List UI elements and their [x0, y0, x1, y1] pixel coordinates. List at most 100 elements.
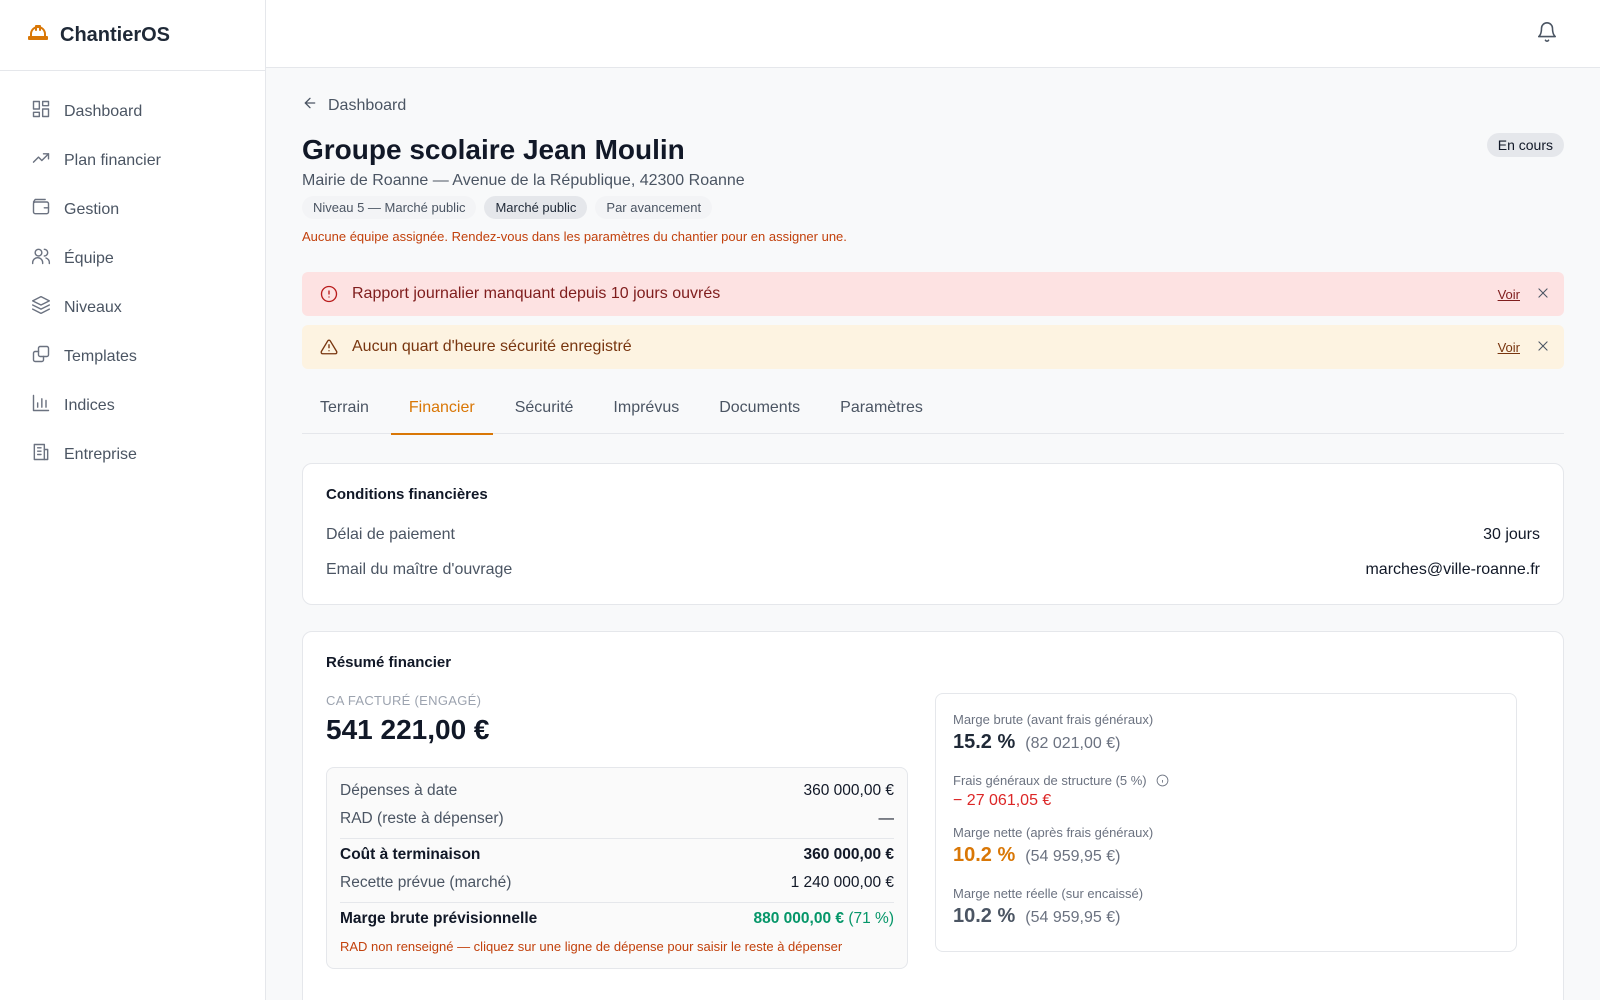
card-title: Résumé financier [326, 654, 452, 671]
divider [340, 902, 894, 903]
arrow-left-icon [302, 95, 318, 116]
ca-value: 541 221,00 € [326, 714, 490, 745]
owner-email-row: Email du maître d'ouvrage marches@ville-… [326, 561, 1540, 579]
row-label: Email du maître d'ouvrage [326, 561, 513, 578]
percent: 10.2 % [953, 844, 1016, 866]
tab-financier[interactable]: Financier [390, 390, 493, 435]
team-warning: Aucune équipe assignée. Rendez-vous dans… [302, 229, 847, 244]
planned-revenue-row: Recette prévue (marché) 1 240 000,00 € [340, 874, 894, 892]
row-label: Marge brute prévisionnelle [340, 910, 538, 927]
overhead-value: − 27 061,05 € [953, 792, 1052, 809]
brand[interactable]: ChantierOS [0, 0, 265, 71]
close-icon [1538, 288, 1548, 298]
wallet-icon [31, 197, 51, 222]
info-icon[interactable] [1156, 774, 1169, 787]
margins-panel: Marge brute (avant frais généraux) 15.2 … [935, 693, 1517, 952]
ca-label: CA FACTURÉ (ENGAGÉ) [326, 693, 482, 708]
amount: (82 021,00 €) [1025, 735, 1121, 752]
sidebar-item-niveaux[interactable]: Niveaux [0, 283, 265, 332]
overhead-label: Frais généraux de structure (5 %) [953, 773, 1169, 788]
alert-dismiss-button[interactable] [1536, 339, 1552, 355]
sidebar-item-label: Gestion [64, 200, 120, 218]
row-value: 1 240 000,00 € [790, 874, 894, 891]
sidebar-item-label: Dashboard [64, 102, 143, 120]
tab-documents[interactable]: Documents [701, 390, 818, 434]
back-link-label: Dashboard [328, 96, 407, 114]
sidebar-item-indices[interactable]: Indices [0, 381, 265, 430]
sidebar-item-label: Plan financier [64, 151, 161, 169]
tab-securite[interactable]: Sécurité [497, 390, 592, 434]
close-icon [1538, 341, 1548, 351]
alert-safety: Aucun quart d'heure sécurité enregistré … [302, 325, 1564, 369]
gross-margin-value: 15.2 % (82 021,00 €) [953, 731, 1120, 754]
rad-row[interactable]: RAD (reste à dépenser) — [340, 810, 894, 828]
app-name: ChantierOS [60, 23, 171, 46]
net-margin-label: Marge nette (après frais généraux) [953, 825, 1154, 840]
real-net-margin-label: Marge nette réelle (sur encaissé) [953, 886, 1144, 901]
tab-terrain[interactable]: Terrain [302, 390, 387, 434]
row-value: — [878, 810, 895, 827]
status-badge: En cours [1486, 133, 1564, 157]
expenses-row[interactable]: Dépenses à date 360 000,00 € [340, 782, 894, 800]
layers-icon [31, 295, 51, 320]
sidebar-item-dashboard[interactable]: Dashboard [0, 87, 265, 136]
sidebar-nav: Dashboard Plan financier Gestion Équipe … [0, 71, 265, 479]
row-value: 30 jours [1483, 526, 1540, 543]
gross-margin-amount: 880 000,00 € [753, 910, 845, 927]
cost-to-completion-row: Coût à terminaison 360 000,00 € [340, 846, 894, 864]
sidebar-item-templates[interactable]: Templates [0, 332, 265, 381]
sidebar-item-gestion[interactable]: Gestion [0, 185, 265, 234]
cost-breakdown: Dépenses à date 360 000,00 € RAD (reste … [326, 767, 908, 969]
tab-bar: Terrain Financier Sécurité Imprévus Docu… [302, 390, 1564, 435]
notifications-button[interactable] [1536, 21, 1560, 45]
back-link[interactable]: Dashboard [302, 95, 406, 116]
project-address: Mairie de Roanne — Avenue de la Républiq… [302, 172, 745, 189]
users-icon [31, 246, 51, 271]
trending-up-icon [31, 148, 51, 173]
alert-view-link[interactable]: Voir [1498, 287, 1520, 302]
alert-text: Rapport journalier manquant depuis 10 jo… [352, 285, 721, 302]
sidebar-item-equipe[interactable]: Équipe [0, 234, 265, 283]
real-net-margin-value: 10.2 % (54 959,95 €) [953, 905, 1120, 928]
conditions-card: Conditions financières Délai de paiement… [302, 463, 1564, 605]
alert-circle-icon [320, 285, 338, 303]
alert-dismiss-button[interactable] [1536, 286, 1552, 302]
bell-icon [1536, 22, 1558, 47]
hard-hat-icon [26, 21, 50, 50]
tab-parametres[interactable]: Paramètres [822, 390, 941, 434]
tab-imprevus[interactable]: Imprévus [595, 390, 697, 434]
page-title: Groupe scolaire Jean Moulin [302, 134, 685, 165]
financial-summary-card: Résumé financier CA FACTURÉ (ENGAGÉ) 541… [302, 631, 1564, 1000]
gross-margin-row: Marge brute prévisionnelle 880 000,00 € … [340, 910, 894, 928]
sidebar: ChantierOS Dashboard Plan financier Gest… [0, 0, 266, 1000]
sidebar-item-label: Équipe [64, 249, 114, 267]
row-value: 360 000,00 € [803, 846, 894, 863]
sidebar-item-label: Templates [64, 347, 137, 365]
row-value: 360 000,00 € [803, 782, 894, 799]
sidebar-item-label: Entreprise [64, 445, 137, 463]
divider [340, 838, 894, 839]
row-value: 880 000,00 € (71 %) [754, 910, 894, 928]
sidebar-item-label: Niveaux [64, 298, 122, 316]
row-label: Dépenses à date [340, 782, 458, 799]
rad-note: RAD non renseigné — cliquez sur une lign… [340, 939, 843, 954]
copy-icon [31, 344, 51, 369]
tag-level: Niveau 5 — Marché public [302, 196, 477, 219]
amount: (54 959,95 €) [1025, 848, 1121, 865]
alert-view-link[interactable]: Voir [1498, 340, 1520, 355]
payment-delay-row: Délai de paiement 30 jours [326, 526, 1540, 544]
sidebar-item-entreprise[interactable]: Entreprise [0, 430, 265, 479]
dashboard-icon [31, 99, 51, 124]
bar-chart-icon [31, 393, 51, 418]
sidebar-item-label: Indices [64, 396, 115, 414]
gross-margin-label: Marge brute (avant frais généraux) [953, 712, 1154, 727]
amount: (54 959,95 €) [1025, 909, 1121, 926]
percent: 15.2 % [953, 731, 1016, 753]
warning-triangle-icon [320, 339, 338, 355]
project-tags: Niveau 5 — Marché public Marché public P… [302, 196, 713, 219]
tag-billing-mode: Par avancement [595, 196, 713, 219]
row-label: Délai de paiement [326, 526, 455, 543]
sidebar-item-plan-financier[interactable]: Plan financier [0, 136, 265, 185]
topbar [266, 0, 1600, 68]
alert-daily-report: Rapport journalier manquant depuis 10 jo… [302, 272, 1564, 316]
